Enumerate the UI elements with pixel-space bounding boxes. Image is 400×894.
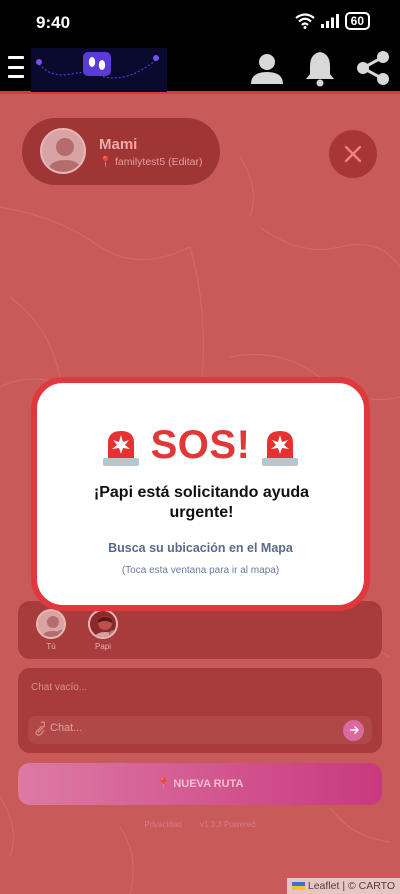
user-avatar-icon — [47, 138, 83, 172]
sos-title: SOS! — [150, 423, 251, 467]
wifi-icon — [294, 13, 315, 29]
version-text: v1.3.3 Powered — [200, 820, 256, 829]
status-dot — [109, 630, 116, 637]
attribution-separator: | © — [339, 880, 359, 892]
member-label: Papi — [94, 642, 111, 651]
new-route-button[interactable]: 📍 NUEVA RUTA — [18, 763, 382, 805]
find-on-map-link[interactable]: Busca su ubicación en el Mapa — [37, 541, 364, 555]
profile-edit-link[interactable]: 📍 familytest5 (Editar) — [99, 155, 203, 168]
chat-empty-text: Chat vacío... — [31, 682, 88, 693]
footer-links: Privacidad v1.3.3 Powered — [0, 820, 400, 829]
sos-alert-modal[interactable]: SOS! ¡Papi está solicitando ayuda urgent… — [31, 377, 370, 611]
carto-link[interactable]: CARTO — [359, 880, 395, 892]
siren-icon — [262, 430, 299, 466]
app-header — [0, 44, 400, 94]
sos-hint: (Toca esta ventana para ir al mapa) — [121, 565, 280, 576]
send-button[interactable] — [343, 720, 364, 741]
close-button[interactable] — [329, 130, 377, 178]
user-icon[interactable] — [247, 48, 287, 88]
share-icon[interactable] — [353, 48, 393, 88]
status-bar: 9:40 60 — [0, 0, 400, 44]
avatar — [40, 128, 86, 174]
member-item[interactable]: Papi — [86, 609, 120, 651]
profile-card[interactable]: Mami 📍 familytest5 (Editar) — [22, 118, 220, 185]
status-time: 9:40 — [36, 13, 71, 32]
hamburger-icon[interactable] — [8, 56, 24, 78]
avatar — [88, 609, 118, 639]
chat-input[interactable] — [50, 722, 340, 734]
chat-card: Chat vacío... — [18, 668, 382, 753]
privacy-link[interactable]: Privacidad — [144, 820, 181, 829]
leaflet-link[interactable]: Leaflet — [308, 880, 340, 892]
sos-title-row: SOS! — [37, 423, 364, 468]
bell-icon[interactable] — [300, 48, 340, 88]
avatar — [36, 609, 66, 639]
battery-indicator: 60 — [344, 12, 370, 30]
map-attribution: Leaflet | © CARTO — [286, 878, 400, 894]
member-item[interactable]: Tú — [34, 609, 68, 651]
chat-input-row — [28, 716, 372, 744]
status-dot — [57, 630, 64, 637]
sos-message: ¡Papi está solicitando ayuda urgente! — [93, 484, 310, 521]
close-icon — [344, 145, 362, 163]
paperclip-icon[interactable] — [33, 721, 45, 737]
ukraine-flag-icon — [291, 882, 305, 891]
siren-icon — [102, 430, 139, 466]
status-icons: 60 — [294, 12, 370, 30]
member-label: Tú — [46, 642, 56, 651]
app-logo — [31, 48, 167, 92]
profile-name: Mami — [99, 136, 138, 153]
signal-icon — [320, 14, 339, 28]
arrow-right-icon — [349, 726, 359, 734]
